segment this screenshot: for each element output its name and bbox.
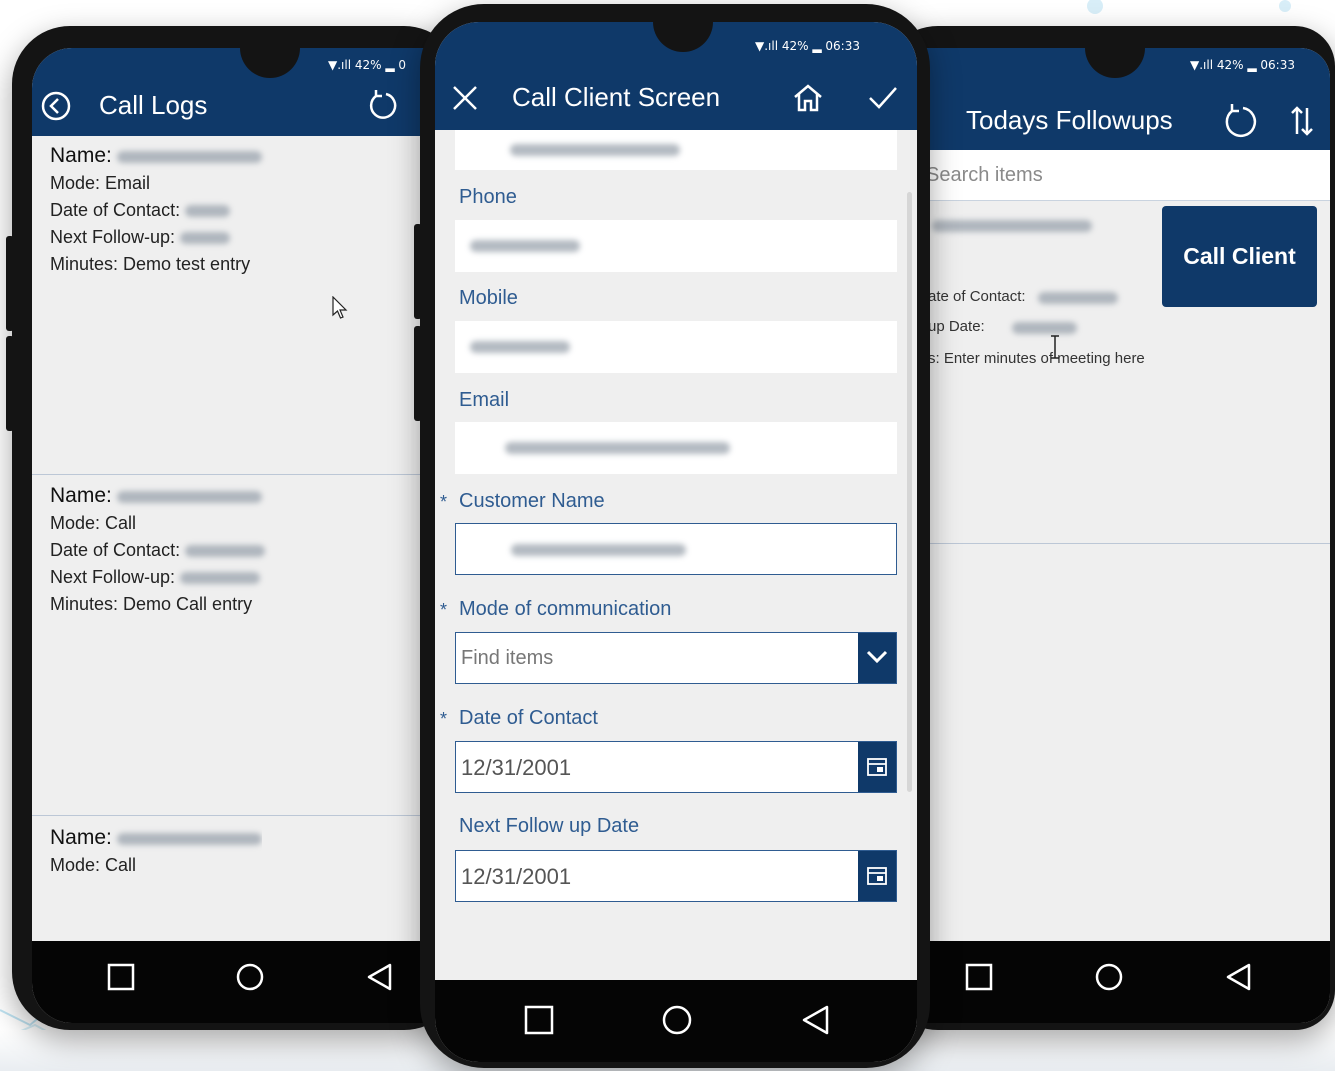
left-nav-bar: [32, 941, 442, 1023]
required-marker: *: [440, 492, 448, 512]
mode-text: Mode: Call: [50, 513, 137, 533]
contact-date-label: ate of Contact:: [928, 288, 1026, 305]
list-item[interactable]: Name: Mode: Email Date of Contact: Next …: [50, 142, 262, 278]
email-label: Email: [459, 389, 510, 411]
mobile-field[interactable]: [455, 321, 897, 373]
minutes-text: Minutes: Demo test entry: [50, 254, 251, 274]
calendar-icon: [867, 867, 887, 885]
check-icon[interactable]: [867, 84, 899, 112]
chevron-down-icon: [866, 650, 888, 664]
customer-name-label: Customer Name: [459, 490, 605, 512]
mode-text: Mode: Call: [50, 855, 137, 875]
page-title: Call Logs: [99, 90, 208, 120]
next-label: Next Follow-up:: [50, 567, 176, 587]
calendar-icon: [867, 758, 887, 776]
date-label: Date of Contact:: [50, 540, 181, 560]
mouse-cursor-icon: [332, 296, 348, 319]
next-follow-up-value: 12/31/2001: [461, 864, 572, 889]
minutes-text: s: Enter minutes of meeting here: [928, 350, 1145, 367]
name-label: Name:: [50, 144, 112, 167]
text-cursor-icon: [1051, 335, 1059, 359]
name-label: Name:: [50, 484, 112, 507]
home-circle-icon[interactable]: [1093, 961, 1125, 993]
required-marker: *: [440, 600, 448, 620]
home-circle-icon[interactable]: [234, 961, 266, 993]
email-field[interactable]: [455, 422, 897, 474]
date-of-contact-label: Date of Contact: [459, 707, 598, 729]
next-follow-up-label: Next Follow up Date: [459, 815, 640, 837]
date-of-contact-field[interactable]: 12/31/2001: [455, 741, 897, 793]
mode-placeholder: Find items: [461, 647, 554, 669]
date-of-contact-value: 12/31/2001: [461, 755, 572, 780]
recent-apps-icon[interactable]: [105, 961, 137, 993]
form-bottom-mask: [435, 902, 917, 982]
phone-field[interactable]: [455, 220, 897, 272]
required-marker: *: [440, 709, 448, 729]
right-screen: ▼.ıll 42% ▂ 06:33 Todays Followups Searc…: [910, 48, 1330, 1023]
right-nav-bar: [910, 941, 1330, 1023]
mode-dropdown[interactable]: Find items: [455, 632, 897, 684]
date-picker-button[interactable]: [858, 742, 896, 792]
center-screen: ▼.ıll 42% ▂ 06:33 Call Client Screen Pho…: [435, 22, 917, 1062]
sort-icon[interactable]: [1288, 104, 1316, 138]
list-item[interactable]: Name: Mode: Call Date of Contact: Next F…: [50, 482, 266, 618]
account-field[interactable]: [455, 130, 897, 170]
center-nav-bar: [435, 980, 917, 1062]
search-input[interactable]: Search items: [926, 164, 1043, 187]
home-circle-icon[interactable]: [661, 1004, 693, 1036]
refresh-icon[interactable]: [366, 88, 400, 122]
mobile-label: Mobile: [459, 287, 518, 309]
center-status-bar: ▼.ıll 42% ▂ 06:33: [755, 39, 860, 53]
recent-apps-icon[interactable]: [963, 961, 995, 993]
call-client-button[interactable]: Call Client: [1162, 206, 1317, 307]
back-triangle-icon[interactable]: [364, 961, 396, 993]
customer-name-field[interactable]: [455, 523, 897, 575]
page-title: Todays Followups: [966, 105, 1173, 135]
recent-apps-icon[interactable]: [523, 1004, 555, 1036]
back-triangle-icon[interactable]: [800, 1004, 832, 1036]
mode-text: Mode: Email: [50, 173, 151, 193]
search-bar[interactable]: Search items: [910, 150, 1330, 201]
right-status-bar: ▼.ıll 42% ▂ 06:33: [1190, 58, 1295, 72]
dropdown-button[interactable]: [858, 633, 896, 683]
center-phone: ▼.ıll 42% ▂ 06:33 Call Client Screen Pho…: [414, 4, 930, 1068]
list-item[interactable]: Name: Mode: Call: [50, 824, 262, 878]
refresh-icon[interactable]: [1221, 102, 1259, 140]
scrollbar[interactable]: [907, 192, 912, 792]
close-icon[interactable]: [451, 84, 479, 112]
name-label: Name:: [50, 826, 112, 849]
date-label: Date of Contact:: [50, 200, 181, 220]
left-screen: ▼.ıll 42% ▂ 0 Call Logs Name: Mode: Emai…: [32, 48, 442, 1023]
followup-date-label: up Date:: [928, 318, 985, 335]
minutes-text: Minutes: Demo Call entry: [50, 594, 253, 614]
left-phone: ▼.ıll 42% ▂ 0 Call Logs Name: Mode: Emai…: [6, 26, 462, 1030]
back-triangle-icon[interactable]: [1223, 961, 1255, 993]
back-circle-icon[interactable]: [40, 90, 72, 122]
mode-label: Mode of communication: [459, 598, 672, 620]
phone-label: Phone: [459, 186, 517, 208]
right-phone: ▼.ıll 42% ▂ 06:33 Todays Followups Searc…: [880, 26, 1335, 1030]
home-icon[interactable]: [792, 82, 824, 114]
list-item[interactable]: ate of Contact: up Date: s: Enter minute…: [910, 200, 1330, 570]
next-label: Next Follow-up:: [50, 227, 176, 247]
left-status-bar: ▼.ıll 42% ▂ 0: [328, 58, 407, 72]
next-follow-up-field[interactable]: 12/31/2001: [455, 850, 897, 902]
date-picker-button[interactable]: [858, 851, 896, 901]
page-title: Call Client Screen: [512, 82, 721, 112]
